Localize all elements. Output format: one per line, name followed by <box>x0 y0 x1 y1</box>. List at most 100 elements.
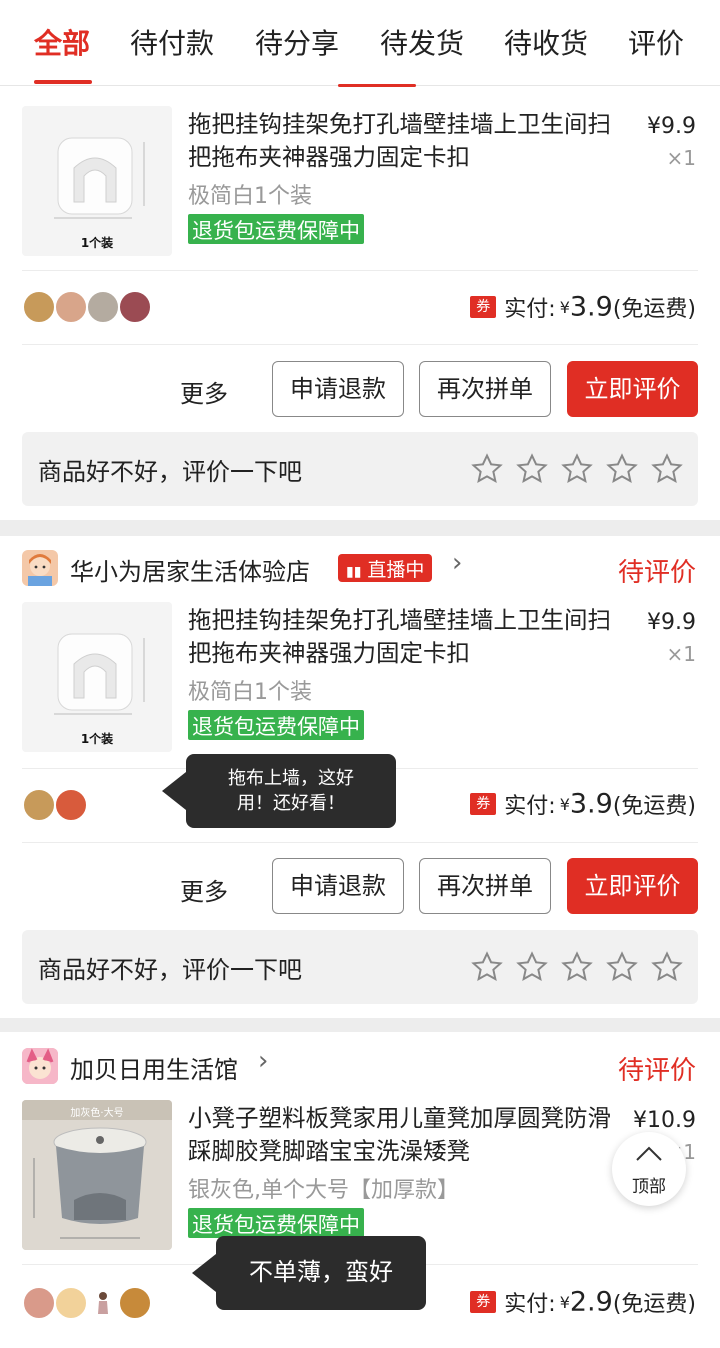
star-icon[interactable] <box>470 950 504 984</box>
payment-summary: 券实付: ¥3.9(免运费) <box>470 291 696 325</box>
chevron-right-icon: › <box>258 1046 269 1076</box>
pay-note: (免运费) <box>612 794 696 819</box>
avatar <box>118 1286 152 1320</box>
order-card: 1个装 拖把挂钩挂架免打孔墙壁挂墙上卫生间扫把拖布夹神器强力固定卡扣 ¥9.9 … <box>0 86 720 520</box>
bubble-text: 不单薄，蛮好 <box>249 1258 393 1286</box>
product-image[interactable]: 1个装 <box>22 106 172 256</box>
order-card: 华小为居家生活体验店 ▮▮ 直播中 › 待评价 1个装 拖把挂钩挂架免打孔墙壁挂墙… <box>0 536 720 1018</box>
back-to-top-label: 顶部 <box>632 1177 666 1197</box>
divider <box>22 344 698 345</box>
star-rating <box>470 452 684 486</box>
review-now-button[interactable]: 立即评价 <box>567 858 698 914</box>
avatar <box>86 1286 120 1320</box>
quick-review-box: 商品好不好，评价一下吧 <box>22 930 698 1004</box>
avatar <box>22 290 56 324</box>
shop-name[interactable]: 华小为居家生活体验店 <box>70 552 310 587</box>
tab-pending-shipment[interactable]: 待发货 <box>380 22 464 62</box>
star-icon[interactable] <box>650 950 684 984</box>
rebuy-button[interactable]: 再次拼单 <box>419 361 551 417</box>
star-rating <box>470 950 684 984</box>
pay-label: 实付: <box>504 297 556 322</box>
pay-amount: 3.9 <box>569 291 613 323</box>
product-title[interactable]: 拖把挂钩挂架免打孔墙壁挂墙上卫生间扫把拖布夹神器强力固定卡扣 <box>188 604 628 670</box>
back-to-top-button[interactable]: 顶部 <box>612 1132 686 1206</box>
avatar <box>22 1286 56 1320</box>
image-caption: 1个装 <box>80 236 114 250</box>
avatar <box>54 290 88 324</box>
refund-button[interactable]: 申请退款 <box>272 361 404 417</box>
star-icon[interactable] <box>560 452 594 486</box>
product-image[interactable]: 加灰色·大号 <box>22 1100 172 1250</box>
more-button[interactable]: 更多 <box>180 872 228 907</box>
rebuy-button[interactable]: 再次拼单 <box>419 858 551 914</box>
product-price: ¥9.9 <box>647 610 696 635</box>
shop-avatar <box>22 550 58 586</box>
review-prompt: 商品好不好，评价一下吧 <box>38 956 302 984</box>
pay-label: 实付: <box>504 794 556 819</box>
order-status: 待评价 <box>617 1056 696 1086</box>
avatar <box>54 788 88 822</box>
pay-amount: 3.9 <box>569 788 613 820</box>
star-icon[interactable] <box>560 950 594 984</box>
product-spec: 银灰色,单个大号【加厚款】 <box>188 1178 459 1203</box>
shipping-guarantee-badge: 退货包运费保障中 <box>188 710 364 740</box>
shop-name[interactable]: 加贝日用生活馆 <box>70 1050 238 1085</box>
star-icon[interactable] <box>470 452 504 486</box>
order-status: 待评价 <box>617 558 696 588</box>
product-spec: 极简白1个装 <box>188 184 312 209</box>
bubble-line: 用！还好看！ <box>237 793 345 814</box>
active-tab-indicator <box>34 80 92 84</box>
coupon-icon: 券 <box>470 793 497 815</box>
chevron-right-icon: › <box>452 548 463 578</box>
pay-currency: ¥ <box>559 297 570 317</box>
refund-button[interactable]: 申请退款 <box>272 858 404 914</box>
avatar <box>54 1286 88 1320</box>
pay-note: (免运费) <box>612 1292 696 1317</box>
live-badge-label: 直播中 <box>367 559 425 581</box>
image-caption: 加灰色·大号 <box>70 1108 124 1119</box>
shop-header[interactable]: 加贝日用生活馆 › 待评价 <box>0 1036 720 1096</box>
coupon-icon: 券 <box>470 1291 497 1313</box>
tab-pending-share[interactable]: 待分享 <box>255 22 339 62</box>
payment-summary: 券实付: ¥2.9(免运费) <box>470 1286 696 1320</box>
pay-note: (免运费) <box>612 297 696 322</box>
star-icon[interactable] <box>515 452 549 486</box>
shop-avatar <box>22 1048 58 1084</box>
review-comment-bubble: 拖布上墙，这好 用！还好看！ <box>162 754 396 828</box>
shop-header[interactable]: 华小为居家生活体验店 ▮▮ 直播中 › 待评价 <box>0 538 720 598</box>
review-now-button[interactable]: 立即评价 <box>567 361 698 417</box>
star-icon[interactable] <box>605 950 639 984</box>
product-title[interactable]: 小凳子塑料板凳家用儿童凳加厚圆凳防滑踩脚胶凳脚踏宝宝洗澡矮凳 <box>188 1102 618 1168</box>
coupon-icon: 券 <box>470 296 497 318</box>
live-badge: ▮▮ 直播中 <box>338 554 433 582</box>
shipping-guarantee-badge: 退货包运费保障中 <box>188 1208 364 1238</box>
review-comment-bubble: 不单薄，蛮好 <box>192 1236 426 1310</box>
avatar <box>22 788 56 822</box>
stool-image <box>22 1100 172 1250</box>
quick-review-box: 商品好不好，评价一下吧 <box>22 432 698 506</box>
product-title[interactable]: 拖把挂钩挂架免打孔墙壁挂墙上卫生间扫把拖布夹神器强力固定卡扣 <box>188 108 628 174</box>
tab-all[interactable]: 全部 <box>34 22 90 62</box>
product-image[interactable]: 1个装 <box>22 602 172 752</box>
product-quantity: ×1 <box>666 146 696 170</box>
chevron-up-icon <box>636 1146 662 1161</box>
product-quantity: ×1 <box>666 642 696 666</box>
pay-label: 实付: <box>504 1292 556 1317</box>
tab-pending-receipt[interactable]: 待收货 <box>504 22 588 62</box>
image-caption: 1个装 <box>80 732 114 746</box>
tab-pending-payment[interactable]: 待付款 <box>130 22 214 62</box>
review-prompt: 商品好不好，评价一下吧 <box>38 458 302 486</box>
pay-currency: ¥ <box>559 794 570 814</box>
order-tabs: 全部 待付款 待分享 待发货 待收货 评价 <box>0 0 720 87</box>
tab-review[interactable]: 评价 <box>628 22 684 62</box>
product-spec: 极简白1个装 <box>188 680 312 705</box>
live-icon: ▮▮ <box>346 564 362 580</box>
shipping-guarantee-badge: 退货包运费保障中 <box>188 214 364 244</box>
avatar <box>86 290 120 324</box>
bubble-line: 拖布上墙，这好 <box>228 768 354 789</box>
star-icon[interactable] <box>650 452 684 486</box>
more-button[interactable]: 更多 <box>180 374 228 409</box>
divider <box>22 270 698 271</box>
star-icon[interactable] <box>515 950 549 984</box>
star-icon[interactable] <box>605 452 639 486</box>
